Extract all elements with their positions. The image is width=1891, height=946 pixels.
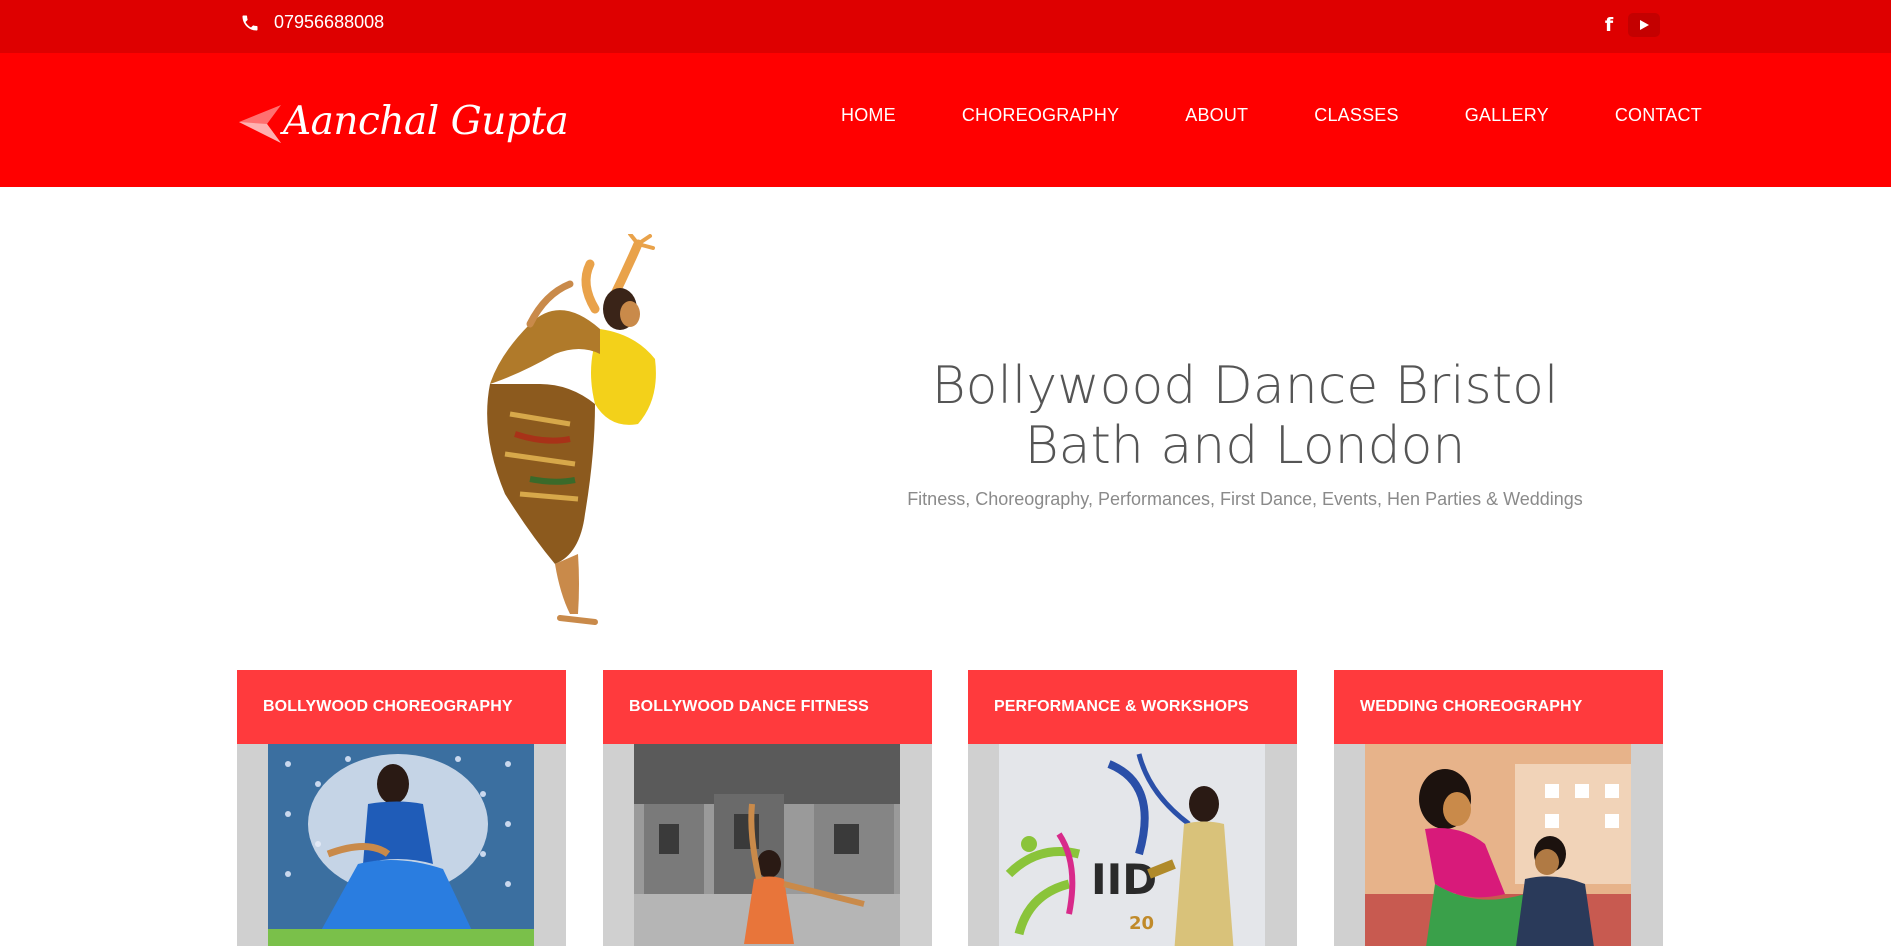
card-bollywood-dance-fitness[interactable]: BOLLYWOOD DANCE FITNESS bbox=[603, 670, 932, 946]
phone-icon bbox=[242, 15, 258, 30]
main-header: Aanchal Gupta HOME CHOREOGRAPHY ABOUT CL… bbox=[0, 53, 1891, 187]
card-image[interactable] bbox=[1365, 744, 1631, 946]
logo-arrow-icon bbox=[239, 105, 281, 143]
card-bollywood-choreography[interactable]: BOLLYWOOD CHOREOGRAPHY bbox=[237, 670, 566, 946]
nav-contact[interactable]: CONTACT bbox=[1582, 105, 1735, 126]
card-image[interactable] bbox=[268, 744, 534, 946]
hero-title: Bollywood Dance Bristol Bath and London bbox=[860, 356, 1630, 476]
nav-choreography[interactable]: CHOREOGRAPHY bbox=[929, 105, 1152, 126]
hero-title-line2: Bath and London bbox=[1024, 416, 1466, 476]
hero-title-line1: Bollywood Dance Bristol bbox=[931, 356, 1559, 416]
youtube-icon[interactable] bbox=[1628, 13, 1660, 37]
logo-text: Aanchal Gupta bbox=[283, 99, 569, 144]
card-title[interactable]: BOLLYWOOD CHOREOGRAPHY bbox=[237, 670, 566, 744]
card-performance-workshops[interactable]: PERFORMANCE & WORKSHOPS IID 20 bbox=[968, 670, 1297, 946]
hero-dancer-image bbox=[487, 234, 656, 625]
nav-classes[interactable]: CLASSES bbox=[1281, 105, 1431, 126]
top-bar: 07956688008 f bbox=[0, 0, 1891, 53]
nav-about[interactable]: ABOUT bbox=[1152, 105, 1281, 126]
card-image[interactable] bbox=[634, 744, 900, 946]
hero-subtitle: Fitness, Choreography, Performances, Fir… bbox=[907, 489, 1583, 509]
phone-number: 07956688008 bbox=[274, 12, 385, 32]
phone-contact[interactable]: 07956688008 bbox=[240, 12, 384, 33]
main-nav: HOME CHOREOGRAPHY ABOUT CLASSES GALLERY … bbox=[808, 105, 1735, 126]
nav-home[interactable]: HOME bbox=[808, 105, 929, 126]
facebook-icon[interactable]: f bbox=[1600, 14, 1618, 36]
social-links: f bbox=[1600, 13, 1660, 37]
card-image[interactable]: IID 20 bbox=[999, 744, 1265, 946]
svg-text:20: 20 bbox=[1129, 913, 1154, 934]
logo[interactable]: Aanchal Gupta bbox=[237, 97, 569, 157]
card-title[interactable]: BOLLYWOOD DANCE FITNESS bbox=[603, 670, 932, 744]
card-wedding-choreography[interactable]: WEDDING CHOREOGRAPHY bbox=[1334, 670, 1663, 946]
card-title[interactable]: PERFORMANCE & WORKSHOPS bbox=[968, 670, 1297, 744]
nav-gallery[interactable]: GALLERY bbox=[1432, 105, 1582, 126]
card-title[interactable]: WEDDING CHOREOGRAPHY bbox=[1334, 670, 1663, 744]
svg-text:IID: IID bbox=[1091, 855, 1157, 904]
